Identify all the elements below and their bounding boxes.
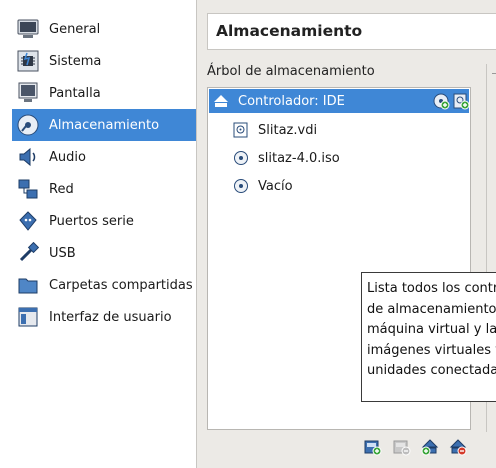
optical-disc-icon [232,149,250,167]
usb-icon [16,241,40,265]
tree-controller-label: Controlador: IDE [238,93,345,109]
attributes-panel-edge [492,73,496,74]
sidebar-item-general[interactable]: General [12,13,196,45]
tooltip-line: Lista todos los contr [367,281,496,296]
add-optical-drive-icon[interactable] [432,92,450,110]
remove-attachment-icon[interactable] [448,437,468,457]
shared-folder-icon [16,273,40,297]
page-header: Almacenamiento [207,13,496,50]
page-title: Almacenamiento [216,22,363,40]
settings-sidebar: General Sistema Pantalla Almacenamiento … [0,0,197,468]
network-icon [16,177,40,201]
sidebar-item-usb[interactable]: USB [12,237,196,269]
add-attachment-icon[interactable] [420,437,440,457]
display-monitor-icon [16,81,40,105]
system-chip-icon [16,49,40,73]
storage-tree-tooltip: Lista todos los contr de almacenamiento … [361,272,496,402]
optical-disc-icon [232,177,250,195]
sidebar-item-label: Carpetas compartidas [49,277,193,293]
tooltip-line: máquina virtual y las [367,322,496,337]
storage-disk-icon [16,113,40,137]
ide-controller-icon [212,92,230,110]
tree-attachment-label: Slitaz.vdi [258,122,318,138]
sidebar-item-almacenamiento[interactable]: Almacenamiento [12,109,196,141]
sidebar-item-label: Almacenamiento [49,117,160,133]
add-hard-disk-icon[interactable] [452,92,470,110]
sidebar-item-label: Red [49,181,74,197]
sidebar-item-audio[interactable]: Audio [12,141,196,173]
sidebar-item-label: USB [49,245,76,261]
sidebar-item-label: Pantalla [49,85,101,101]
tooltip-line: imágenes virtuales y [367,342,496,358]
sidebar-item-red[interactable]: Red [12,173,196,205]
storage-tree-group-label: Árbol de almacenamiento [207,64,375,79]
general-icon [16,17,40,41]
sidebar-item-sistema[interactable]: Sistema [12,45,196,77]
sidebar-item-carpetas-compartidas[interactable]: Carpetas compartidas [12,269,196,301]
sidebar-item-puertos-serie[interactable]: Puertos serie [12,205,196,237]
add-controller-icon[interactable] [363,437,383,457]
user-interface-icon [16,305,40,329]
tooltip-line: de almacenamiento p [367,301,496,317]
sidebar-item-pantalla[interactable]: Pantalla [12,77,196,109]
tree-attachment-slitaz-vdi[interactable]: Slitaz.vdi [209,118,469,142]
tooltip-line: unidades conectadas [367,363,496,378]
sidebar-item-label: Interfaz de usuario [49,309,172,325]
sidebar-item-label: Audio [49,149,86,165]
sidebar-item-label: Puertos serie [49,213,134,229]
tree-attachment-vacio[interactable]: Vacío [209,174,469,198]
serial-port-icon [16,209,40,233]
remove-controller-icon[interactable] [392,437,412,457]
speaker-icon [16,145,40,169]
tree-controller-ide[interactable]: Controlador: IDE [209,89,470,113]
sidebar-item-label: General [49,21,101,37]
tree-attachment-slitaz-iso[interactable]: slitaz-4.0.iso [209,146,469,170]
tree-attachment-label: slitaz-4.0.iso [258,150,340,166]
sidebar-item-label: Sistema [49,53,102,69]
tree-attachment-label: Vacío [258,178,293,194]
hard-disk-icon [232,121,250,139]
sidebar-item-interfaz-de-usuario[interactable]: Interfaz de usuario [12,301,196,333]
